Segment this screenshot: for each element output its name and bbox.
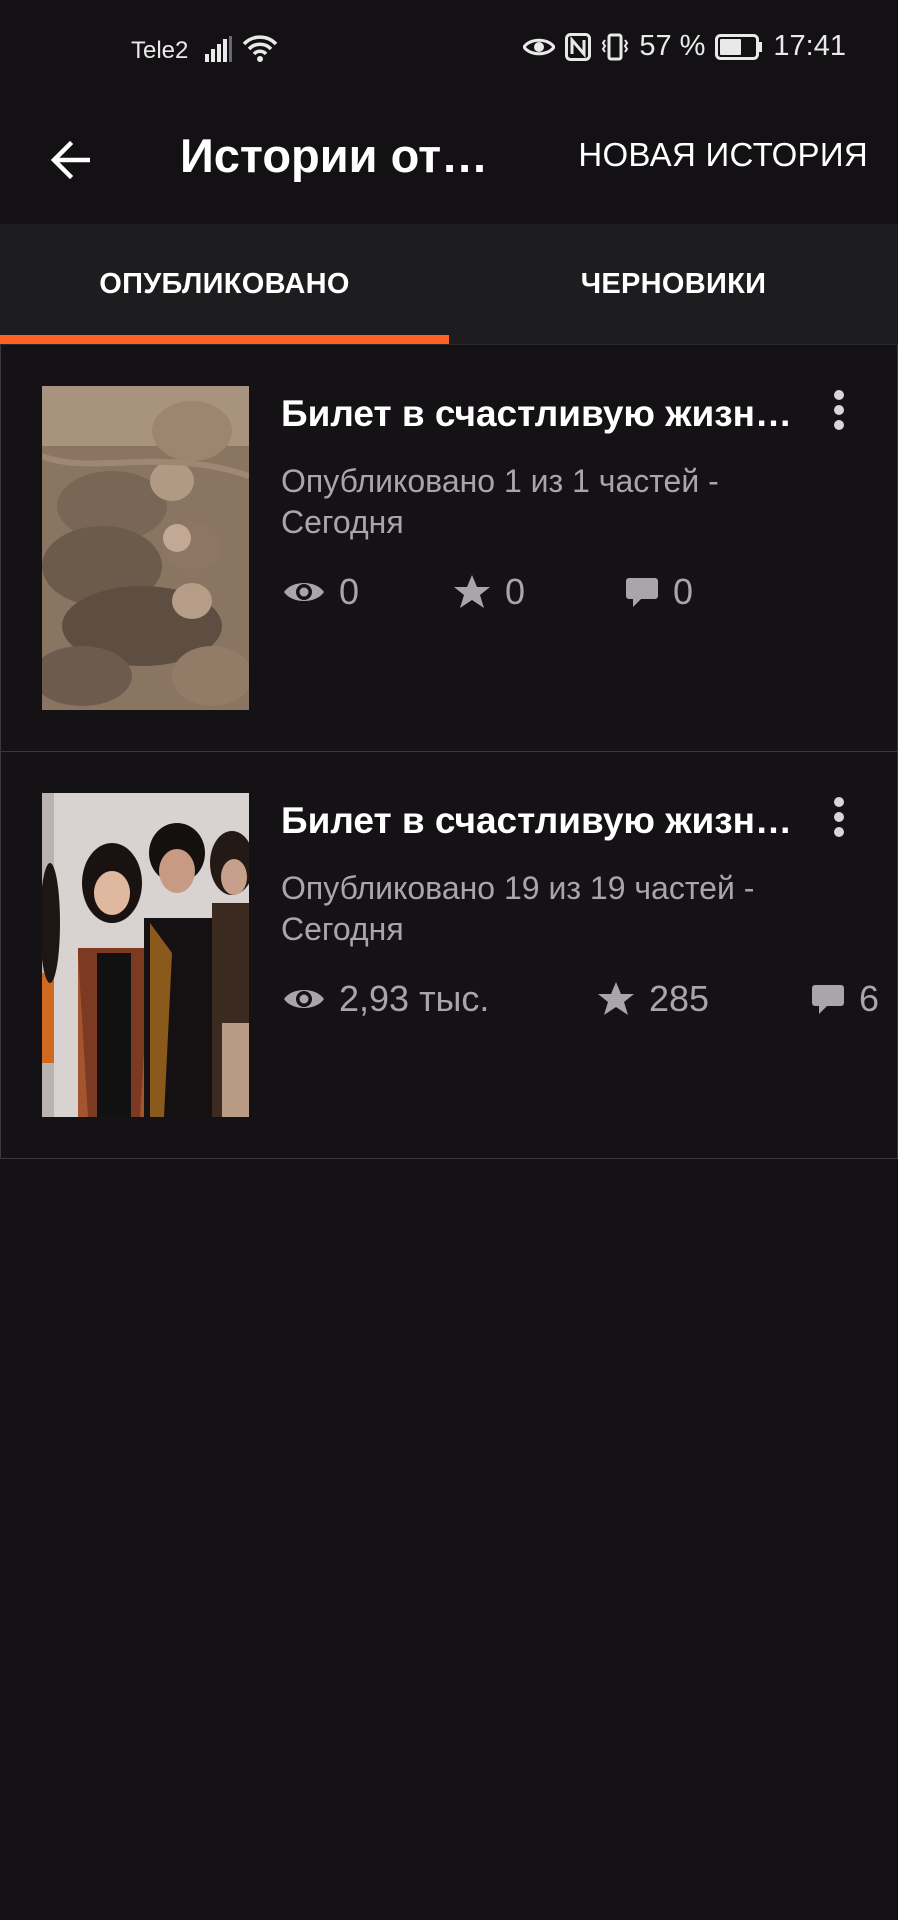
more-options-button[interactable] xyxy=(815,383,863,437)
back-button[interactable] xyxy=(40,130,100,190)
status-right: 57 % 17:41 xyxy=(523,30,846,63)
comments-count: 6 xyxy=(859,978,880,1019)
views-stat: 0 xyxy=(283,571,359,613)
new-story-button[interactable]: НОВАЯ ИСТОРИЯ xyxy=(578,136,868,174)
story-cover-image[interactable] xyxy=(42,793,249,1117)
votes-stat: 0 xyxy=(453,571,525,613)
vibrate-icon xyxy=(601,33,629,61)
comments-stat: 0 xyxy=(625,571,693,613)
tab-drafts[interactable]: ЧЕРНОВИКИ xyxy=(449,224,898,344)
star-icon xyxy=(598,982,634,1015)
more-vert-icon xyxy=(834,797,844,807)
story-list: Билет в счастливую жизн… Опубликовано 1 … xyxy=(0,344,898,1159)
eye-icon xyxy=(523,36,556,58)
star-icon xyxy=(454,575,490,608)
story-title[interactable]: Билет в счастливую жизн… xyxy=(281,393,801,435)
story-card[interactable]: Билет в счастливую жизн… Опубликовано 1 … xyxy=(0,344,898,752)
back-arrow-icon xyxy=(50,140,90,180)
votes-count: 285 xyxy=(649,978,710,1019)
comment-icon xyxy=(812,985,844,1014)
votes-stat: 285 xyxy=(597,978,709,1020)
tab-drafts-label: ЧЕРНОВИКИ xyxy=(580,267,767,300)
eye-icon xyxy=(284,990,324,1008)
app-bar: Истории от… НОВАЯ ИСТОРИЯ xyxy=(0,104,898,224)
clock: 17:41 xyxy=(773,30,846,62)
comments-stat: 6 xyxy=(811,978,879,1020)
battery-icon xyxy=(715,33,763,60)
views-count: 2,93 тыс. xyxy=(339,978,490,1019)
story-stats: 2,93 тыс. 285 6 xyxy=(281,978,898,1024)
story-cover-image[interactable] xyxy=(42,386,249,710)
story-stats: 0 0 0 xyxy=(281,571,898,617)
page-title: Истории от… xyxy=(180,129,489,182)
story-status: Опубликовано 1 из 1 частей - Сегодня xyxy=(281,463,719,540)
eye-icon xyxy=(284,583,324,601)
signal-icon xyxy=(205,36,233,67)
wifi-icon xyxy=(242,34,278,69)
views-count: 0 xyxy=(339,571,360,612)
story-card[interactable]: Билет в счастливую жизн… Опубликовано 19… xyxy=(0,752,898,1159)
comments-count: 0 xyxy=(673,571,694,612)
tab-bar: ОПУБЛИКОВАНО ЧЕРНОВИКИ xyxy=(0,224,898,344)
nfc-icon xyxy=(565,32,592,61)
tab-published-label: ОПУБЛИКОВАНО xyxy=(99,267,350,300)
active-tab-indicator xyxy=(0,335,449,344)
tab-published[interactable]: ОПУБЛИКОВАНО xyxy=(0,224,449,344)
story-title[interactable]: Билет в счастливую жизн… xyxy=(281,800,801,842)
comment-icon xyxy=(626,578,658,607)
story-status: Опубликовано 19 из 19 частей - Сегодня xyxy=(281,870,755,947)
views-stat: 2,93 тыс. xyxy=(283,978,489,1020)
votes-count: 0 xyxy=(505,571,526,612)
more-vert-icon xyxy=(834,390,844,400)
battery-percent: 57 % xyxy=(639,30,706,62)
more-options-button[interactable] xyxy=(815,790,863,844)
carrier-label: Tele2 xyxy=(131,37,189,64)
status-bar: Tele2 57 % 17:41 xyxy=(0,0,898,104)
